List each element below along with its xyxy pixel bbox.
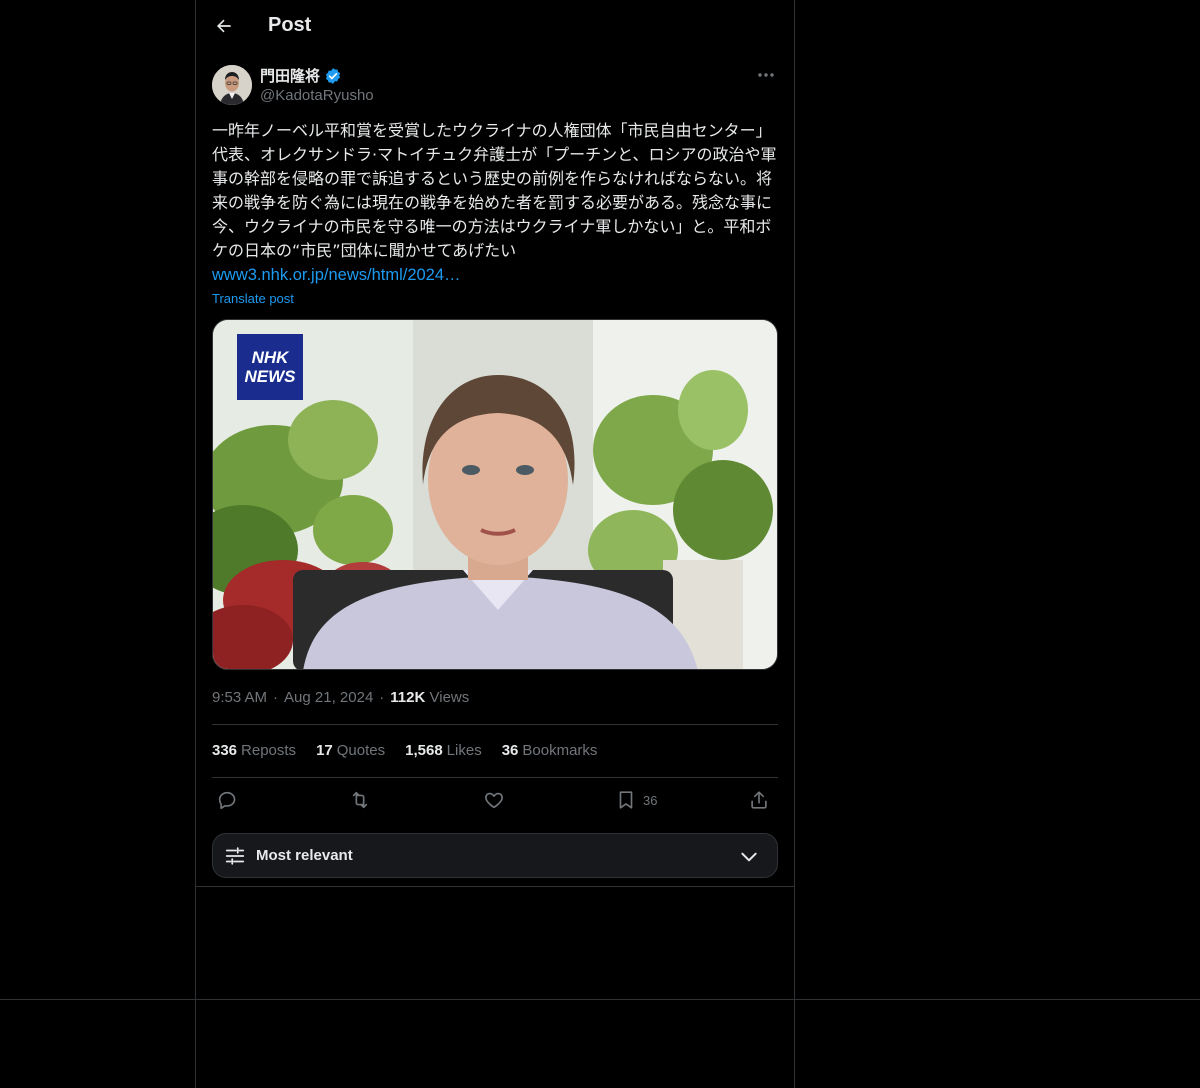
share-button[interactable]: [748, 789, 770, 811]
post-media-image[interactable]: NHK NEWS: [212, 319, 778, 670]
avatar[interactable]: [212, 65, 252, 105]
page-divider: [0, 999, 1200, 1000]
author-name-row[interactable]: 門田隆将: [260, 65, 342, 86]
chevron-down-icon: [741, 852, 757, 862]
like-icon: [485, 792, 503, 809]
post-meta: 9:53 AM · Aug 21, 2024 · 112K Views: [212, 689, 469, 706]
sort-replies-dropdown[interactable]: Most relevant: [212, 833, 778, 878]
more-button[interactable]: [754, 65, 778, 85]
filter-icon: [225, 847, 245, 865]
meta-separator: ·: [379, 689, 385, 706]
divider: [212, 777, 778, 778]
post-author: 門田隆将 @KadotaRyusho: [212, 65, 778, 109]
translate-post-link[interactable]: Translate post: [212, 291, 294, 306]
page-header: Post: [196, 0, 794, 54]
more-icon: [758, 73, 774, 77]
post-text: 一昨年ノーベル平和賞を受賞したウクライナの人権団体「市民自由センター」代表、オレ…: [212, 121, 777, 260]
repost-icon: [352, 791, 368, 809]
bookmark-button[interactable]: 36: [615, 789, 657, 811]
back-arrow-icon: [217, 19, 231, 33]
repost-button[interactable]: [349, 789, 371, 811]
reply-button[interactable]: [216, 789, 238, 811]
timeline-divider: [196, 886, 794, 887]
author-name[interactable]: 門田隆将: [260, 65, 320, 86]
bookmark-count: 36: [643, 792, 658, 808]
post-link[interactable]: www3.nhk.or.jp/news/html/2024…: [212, 263, 461, 287]
post-date[interactable]: Aug 21, 2024: [284, 689, 373, 706]
post-time[interactable]: 9:53 AM: [212, 689, 267, 706]
bookmarks-stat[interactable]: 36 Bookmarks: [502, 742, 598, 759]
reply-icon: [218, 791, 236, 810]
likes-stat[interactable]: 1,568 Likes: [405, 742, 482, 759]
page-title: Post: [268, 14, 312, 36]
post-stats: 336 Reposts 17 Quotes 1,568 Likes 36 Bookmar…: [212, 742, 597, 759]
author-handle[interactable]: @KadotaRyusho: [260, 87, 374, 104]
back-button[interactable]: [210, 12, 238, 40]
verified-badge-icon: [325, 67, 341, 84]
divider: [212, 724, 778, 725]
meta-separator: ·: [273, 689, 279, 706]
views: 112K Views: [390, 689, 470, 706]
share-icon: [751, 791, 767, 809]
sort-label: Most relevant: [256, 847, 353, 864]
quotes-stat[interactable]: 17 Quotes: [316, 742, 385, 759]
nhk-news-logo: NHK NEWS: [244, 348, 296, 386]
bookmark-icon: [619, 791, 633, 809]
main-column: Post 門田隆将 @KadotaRyusho 一昨年ノーベル平和賞を受賞したウ…: [195, 0, 795, 1088]
like-button[interactable]: [483, 789, 505, 811]
action-bar: 36: [212, 787, 778, 817]
reposts-stat[interactable]: 336 Reposts: [212, 742, 296, 759]
